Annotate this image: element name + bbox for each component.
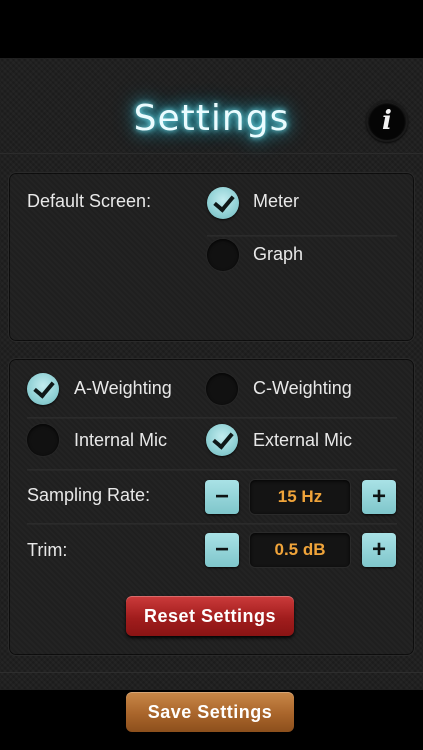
divider (27, 469, 397, 470)
reset-settings-button[interactable]: Reset Settings (126, 596, 294, 636)
trim-label: Trim: (27, 540, 68, 560)
info-icon[interactable]: i (366, 100, 408, 142)
meter-checkbox[interactable] (207, 187, 239, 219)
default-screen-panel: Default Screen: Meter Graph (8, 172, 415, 342)
divider (207, 235, 397, 236)
default-screen-label: Default Screen: (27, 191, 152, 211)
meter-option-label: Meter (253, 191, 300, 211)
header-bar: Settings i (0, 58, 423, 154)
save-settings-button[interactable]: Save Settings (126, 692, 294, 732)
sampling-rate-increase-button[interactable]: + (362, 480, 396, 514)
external-mic-label: External Mic (253, 430, 353, 450)
divider (27, 523, 397, 524)
sampling-rate-label: Sampling Rate: (27, 485, 151, 505)
sampling-rate-decrease-button[interactable]: − (205, 480, 239, 514)
external-mic-checkbox[interactable] (206, 424, 238, 456)
trim-decrease-button[interactable]: − (205, 533, 239, 567)
trim-increase-button[interactable]: + (362, 533, 396, 567)
c-weighting-checkbox[interactable] (206, 373, 238, 405)
internal-mic-checkbox[interactable] (27, 424, 59, 456)
footer-divider (0, 672, 423, 673)
a-weighting-label: A-Weighting (74, 378, 172, 398)
internal-mic-label: Internal Mic (74, 430, 168, 450)
page-title: Settings (133, 98, 290, 139)
graph-option-label: Graph (253, 244, 304, 264)
trim-value: 0.5 dB (250, 533, 350, 567)
divider (27, 417, 397, 418)
c-weighting-label: C-Weighting (253, 378, 352, 398)
a-weighting-checkbox[interactable] (27, 373, 59, 405)
sampling-rate-value: 15 Hz (250, 480, 350, 514)
settings-screen: Settings i Default Screen: Meter Graph A… (0, 58, 423, 732)
graph-checkbox[interactable] (207, 239, 239, 271)
